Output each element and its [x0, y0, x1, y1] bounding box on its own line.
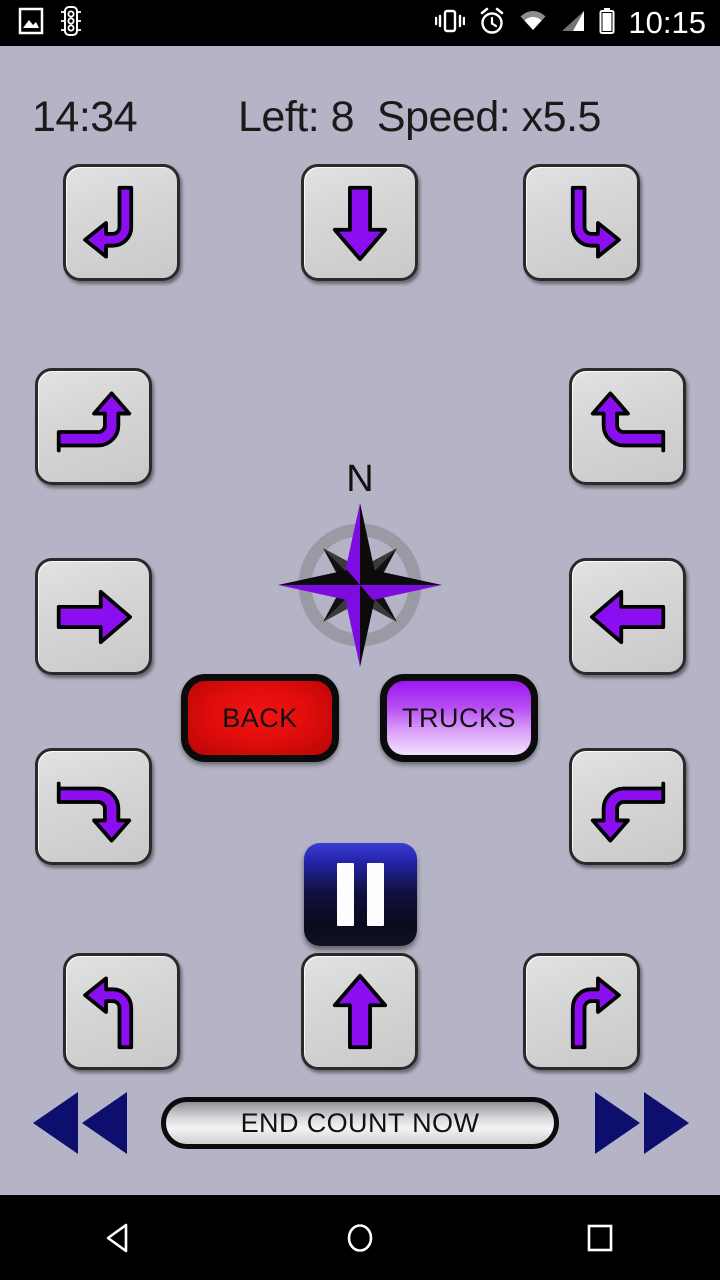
nav-recents-button[interactable] — [500, 1220, 700, 1256]
arrow-left-icon — [586, 575, 670, 659]
arrow-bottom-to-right-icon — [540, 970, 624, 1054]
status-right-icons: 10:15 — [435, 0, 706, 46]
compass-rose: N — [275, 460, 445, 670]
nav-home-button[interactable] — [260, 1220, 460, 1256]
back-triangle-icon — [106, 1223, 128, 1252]
pause-icon-bar-left — [337, 863, 354, 926]
count-status: Left: 8 Speed: x5.5 — [238, 93, 601, 141]
pause-icon-bar-right — [367, 863, 384, 926]
arrow-top-to-right-icon — [540, 181, 624, 265]
turn-from-left-to-up-button[interactable] — [35, 368, 152, 485]
android-nav-bar — [0, 1195, 720, 1280]
turn-from-bottom-to-right-button[interactable] — [523, 953, 640, 1070]
straight-right-button[interactable] — [35, 558, 152, 675]
android-status-bar: 10:15 — [0, 0, 720, 46]
arrow-up-icon — [318, 970, 402, 1054]
straight-down-button[interactable] — [301, 164, 418, 281]
nav-back-button[interactable] — [20, 1220, 220, 1256]
trucks-button[interactable]: TRUCKS — [380, 674, 538, 762]
fast-forward-icon — [595, 1092, 689, 1154]
signal-icon — [560, 10, 586, 37]
turn-from-top-to-left-button[interactable] — [63, 164, 180, 281]
wifi-icon — [519, 10, 547, 37]
status-bar-clock: 10:15 — [628, 5, 706, 40]
arrow-down-icon — [318, 181, 402, 265]
turn-from-top-to-right-button[interactable] — [523, 164, 640, 281]
end-count-now-button[interactable]: END COUNT NOW — [161, 1097, 559, 1149]
header: 14:34 Left: 8 Speed: x5.5 — [0, 86, 720, 148]
elapsed-time: 14:34 — [32, 93, 138, 141]
straight-left-button[interactable] — [569, 558, 686, 675]
recents-square-icon — [587, 1224, 613, 1251]
arrow-left-to-down-icon — [52, 765, 136, 849]
status-left-icons — [18, 0, 82, 46]
battery-icon — [599, 7, 615, 39]
turn-from-right-to-down-button[interactable] — [569, 748, 686, 865]
end-count-now-label: END COUNT NOW — [240, 1107, 480, 1138]
rewind-icon — [33, 1092, 127, 1154]
vibrate-icon — [435, 8, 466, 39]
image-icon — [18, 7, 44, 40]
turn-from-left-to-down-button[interactable] — [35, 748, 152, 865]
turn-from-right-to-up-button[interactable] — [569, 368, 686, 485]
alarm-icon — [478, 7, 506, 40]
arrow-right-icon — [52, 575, 136, 659]
back-button[interactable]: BACK — [181, 674, 339, 762]
compass-star-icon — [278, 503, 442, 667]
home-circle-icon — [347, 1223, 373, 1252]
pause-button[interactable] — [304, 843, 417, 946]
fast-forward-button[interactable] — [592, 1090, 692, 1156]
arrow-bottom-to-left-icon — [80, 970, 164, 1054]
back-button-label: BACK — [222, 702, 298, 733]
arrow-top-to-left-icon — [80, 181, 164, 265]
trucks-button-label: TRUCKS — [401, 702, 516, 733]
rewind-button[interactable] — [30, 1090, 130, 1156]
arrow-left-to-up-icon — [52, 385, 136, 469]
compass-north-label: N — [346, 458, 374, 500]
turn-from-bottom-to-left-button[interactable] — [63, 953, 180, 1070]
app-screen: 10:15 14:34 Left: 8 Speed: x5.5 N BACK T… — [0, 0, 720, 1280]
arrow-right-to-up-icon — [586, 385, 670, 469]
arrow-right-to-down-icon — [586, 765, 670, 849]
straight-up-button[interactable] — [301, 953, 418, 1070]
traffic-light-icon — [60, 5, 82, 42]
